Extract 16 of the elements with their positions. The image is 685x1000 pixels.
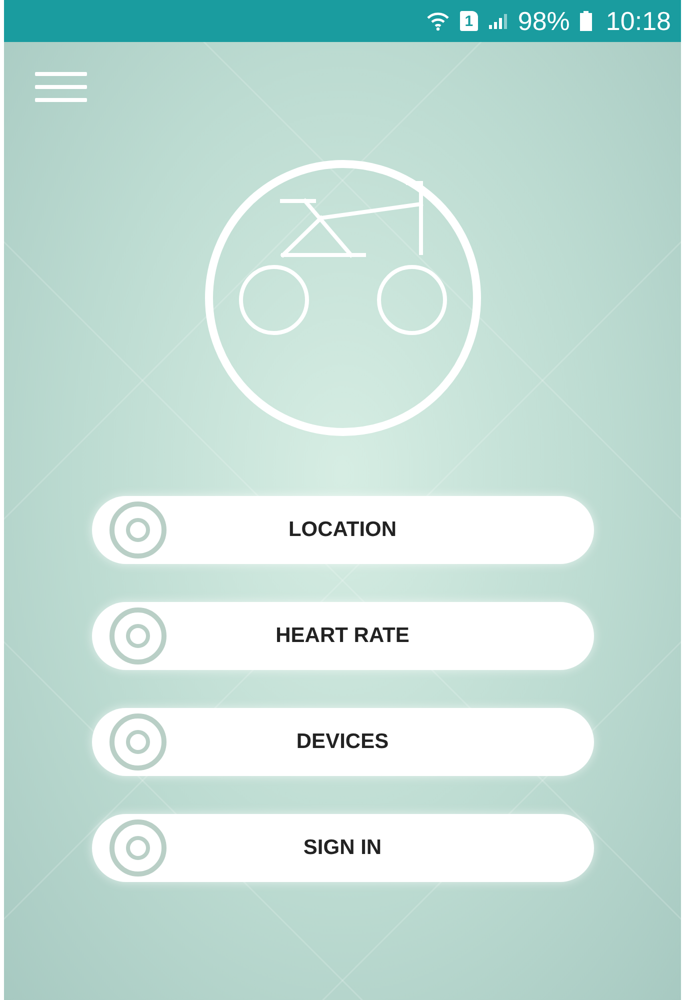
target-ring-icon xyxy=(108,606,168,666)
bicycle-logo-icon xyxy=(202,158,482,438)
menu-option-button[interactable]: HEART RATE xyxy=(92,602,594,670)
menu-option-button[interactable]: DEVICES xyxy=(92,708,594,776)
signal-icon xyxy=(488,13,508,29)
sim-slot-badge: 1 xyxy=(460,11,478,31)
target-ring-icon xyxy=(108,818,168,878)
target-ring-icon xyxy=(108,500,168,560)
target-ring-icon xyxy=(108,712,168,772)
battery-icon xyxy=(580,11,592,31)
battery-percent: 98% xyxy=(518,6,570,36)
menu-option-button[interactable]: SIGN IN xyxy=(92,814,594,882)
clock-time: 10:18 xyxy=(606,6,671,36)
menu-option-button[interactable]: LOCATION xyxy=(92,496,594,564)
wifi-icon xyxy=(426,11,450,31)
menu-button[interactable] xyxy=(35,72,87,102)
